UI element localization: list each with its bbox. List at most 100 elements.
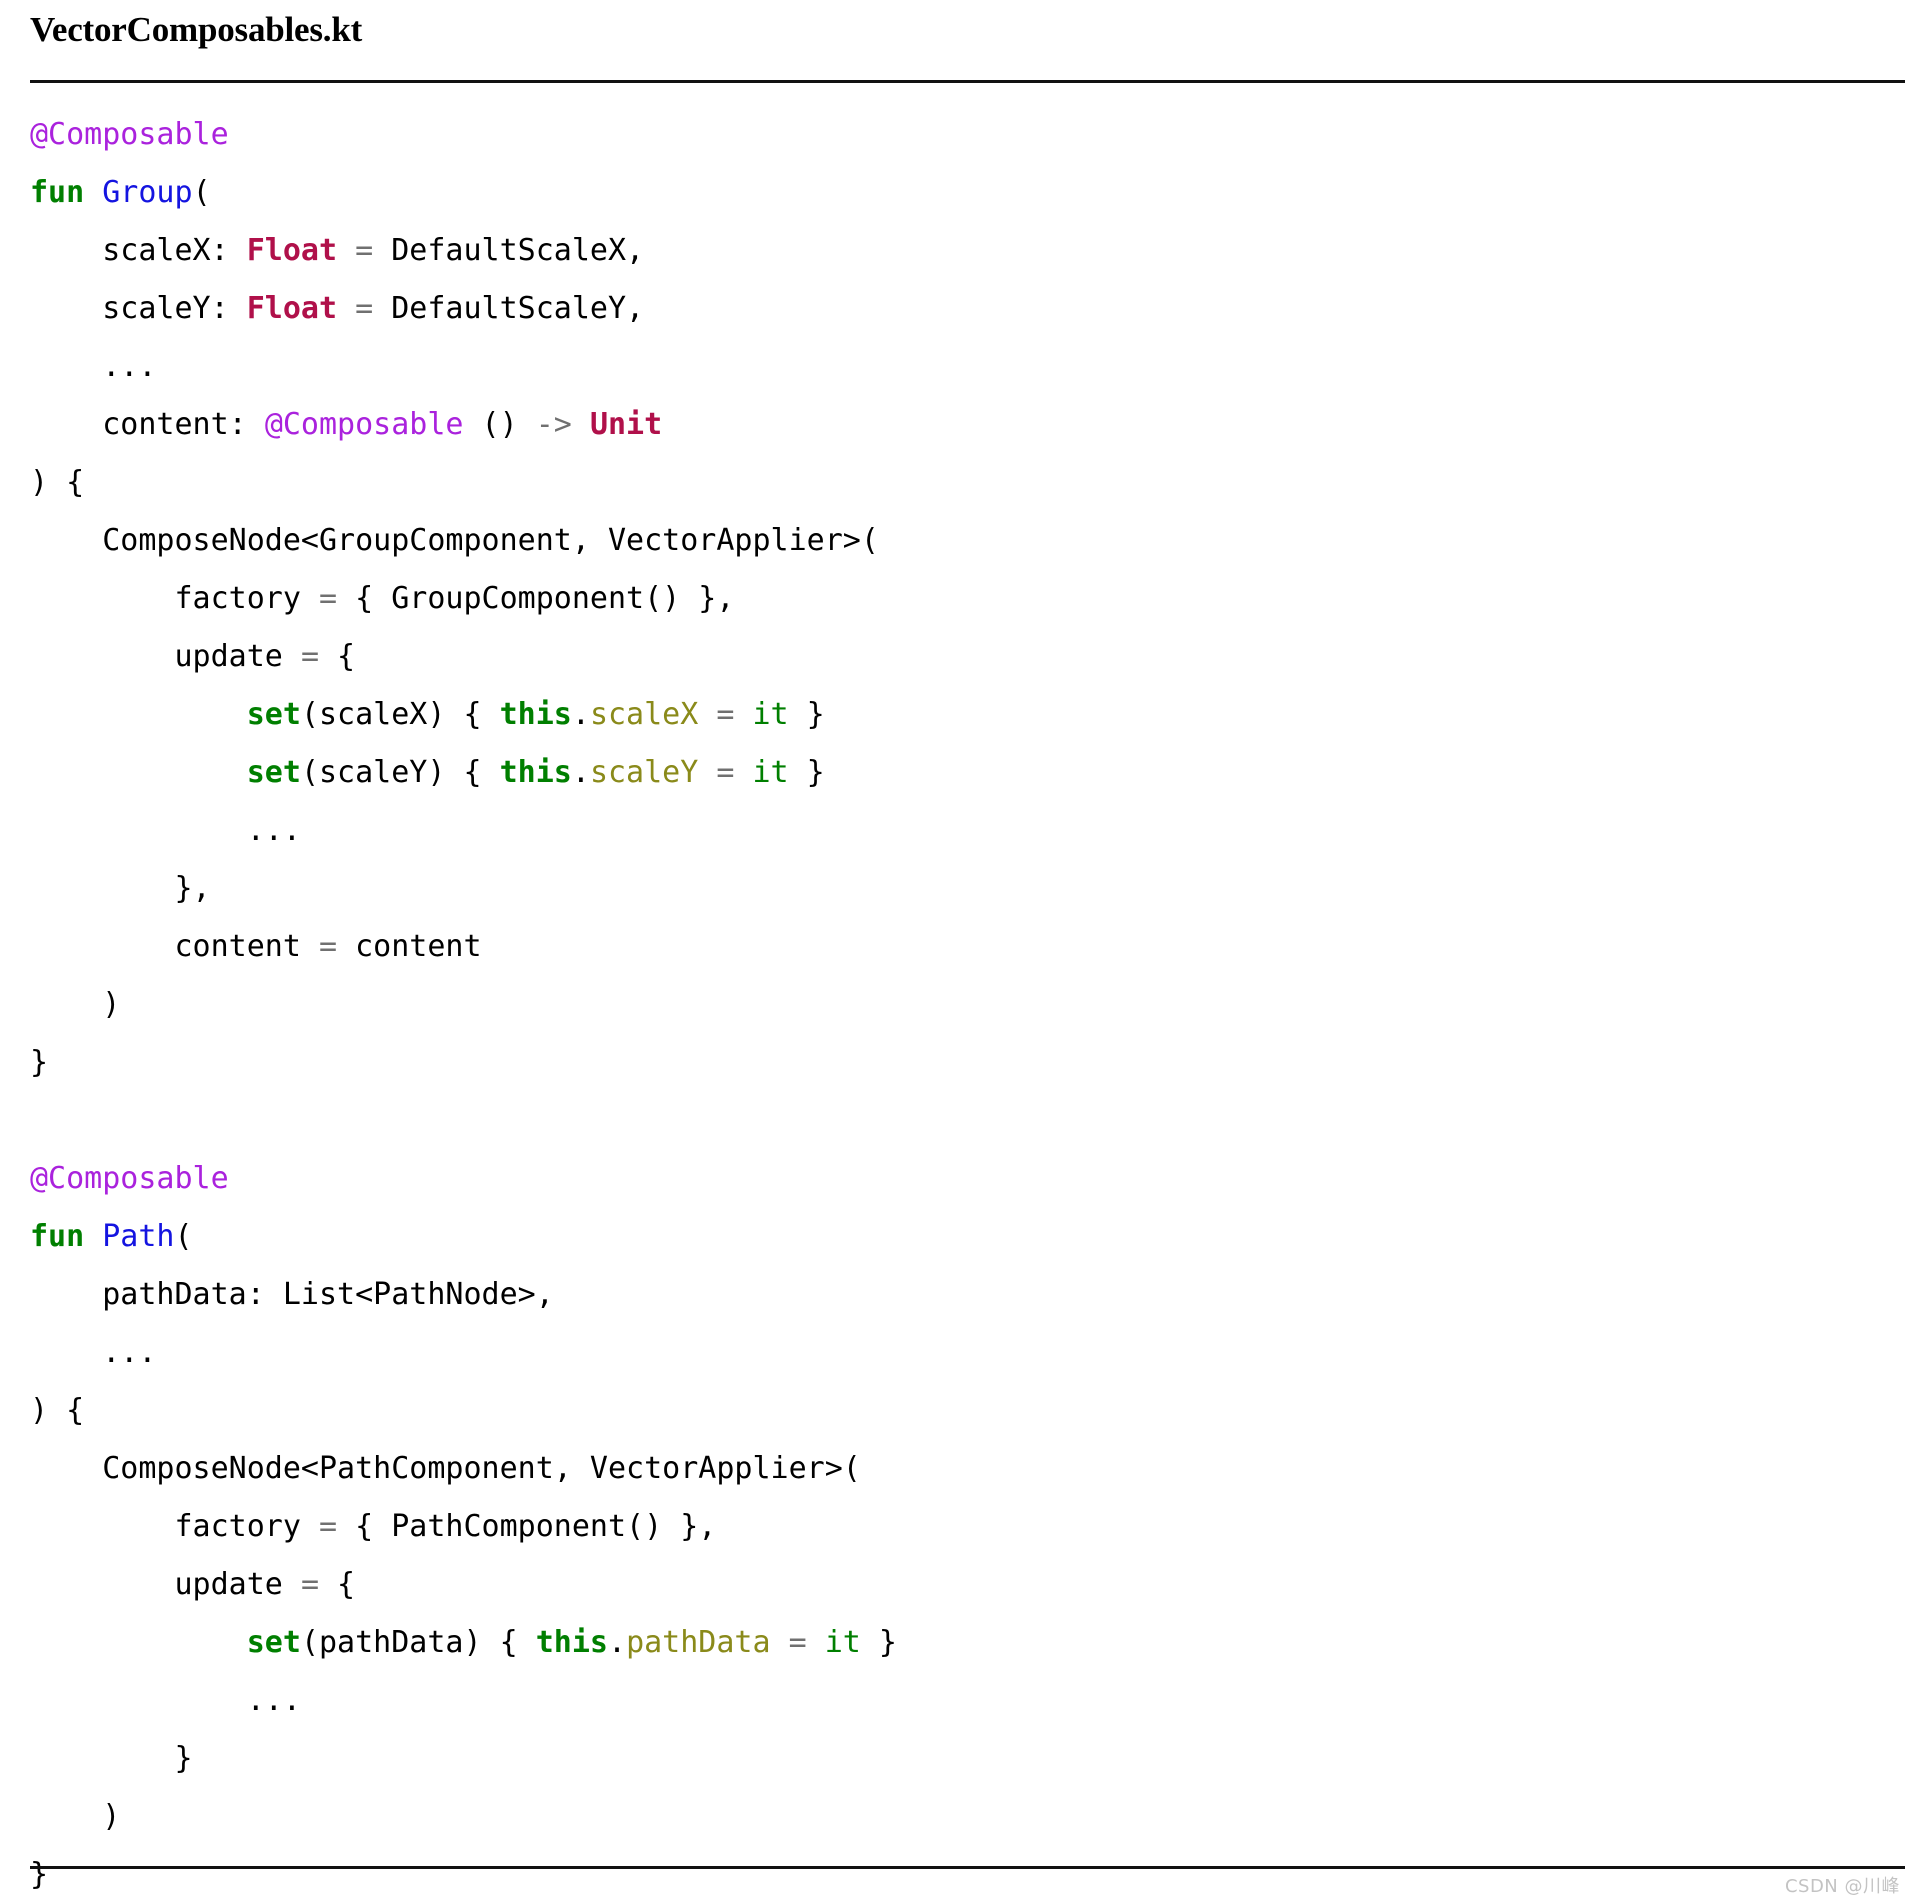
code-token-plain: ... bbox=[247, 1683, 301, 1718]
code-indent bbox=[30, 1277, 102, 1312]
code-token-plain: content bbox=[337, 929, 482, 964]
code-token-prop: scaleX bbox=[590, 697, 698, 732]
code-line: scaleY: Float = DefaultScaleY, bbox=[30, 280, 1910, 338]
code-token-plain: content bbox=[175, 929, 320, 964]
code-token-op: = bbox=[301, 1567, 319, 1602]
code-line: ComposeNode<GroupComponent, VectorApplie… bbox=[30, 512, 1910, 570]
code-indent bbox=[30, 871, 175, 906]
code-line: factory = { GroupComponent() }, bbox=[30, 570, 1910, 628]
code-token-plain: } bbox=[789, 697, 825, 732]
csdn-watermark: CSDN @川峰 bbox=[1785, 1872, 1900, 1898]
code-token-fnname: Group bbox=[102, 175, 192, 210]
code-indent bbox=[30, 1567, 175, 1602]
code-listing: @Composablefun Group( scaleX: Float = De… bbox=[30, 106, 1910, 1904]
code-snippet-page: VectorComposables.kt @Composable fun Grou… bbox=[0, 0, 1916, 1902]
title-divider-top bbox=[30, 80, 1905, 83]
code-indent bbox=[30, 581, 175, 616]
code-indent bbox=[30, 813, 247, 848]
code-indent bbox=[30, 987, 102, 1022]
code-token-plain bbox=[698, 697, 716, 732]
code-token-plain: ( bbox=[193, 175, 211, 210]
code-token-plain: . bbox=[608, 1625, 626, 1660]
code-line: content: @Composable () -> Unit bbox=[30, 396, 1910, 454]
code-token-keyword: fun bbox=[30, 1219, 84, 1254]
code-token-op: = bbox=[319, 929, 337, 964]
code-token-plain: scaleX: bbox=[102, 233, 247, 268]
code-token-plain: DefaultScaleX, bbox=[373, 233, 644, 268]
code-token-keyword: fun bbox=[30, 175, 84, 210]
code-line: set(pathData) { this.pathData = it } bbox=[30, 1614, 1910, 1672]
code-token-fnname: Path bbox=[102, 1219, 174, 1254]
code-line: ) { bbox=[30, 454, 1910, 512]
code-line: } bbox=[30, 1846, 1910, 1904]
code-token-it: it bbox=[753, 755, 789, 790]
code-token-keyword: this bbox=[536, 1625, 608, 1660]
code-line: } bbox=[30, 1730, 1910, 1788]
code-line: set(scaleX) { this.scaleX = it } bbox=[30, 686, 1910, 744]
code-line: } bbox=[30, 1034, 1910, 1092]
code-token-plain: { GroupComponent() }, bbox=[337, 581, 734, 616]
code-token-plain: (pathData) { bbox=[301, 1625, 536, 1660]
code-token-keyword: set bbox=[247, 755, 301, 790]
code-line: ... bbox=[30, 338, 1910, 396]
code-line: factory = { PathComponent() }, bbox=[30, 1498, 1910, 1556]
code-indent bbox=[30, 639, 175, 674]
code-token-plain: factory bbox=[175, 581, 320, 616]
code-token-op: = bbox=[301, 639, 319, 674]
code-line: ... bbox=[30, 1672, 1910, 1730]
code-token-plain: ) { bbox=[30, 465, 84, 500]
code-indent bbox=[30, 1335, 102, 1370]
code-line: update = { bbox=[30, 628, 1910, 686]
page-title: VectorComposables.kt bbox=[30, 8, 362, 52]
code-line: ... bbox=[30, 1324, 1910, 1382]
code-token-plain: . bbox=[572, 697, 590, 732]
code-indent bbox=[30, 523, 102, 558]
code-indent bbox=[30, 1625, 247, 1660]
code-token-plain: }, bbox=[175, 871, 211, 906]
code-indent bbox=[30, 697, 247, 732]
code-token-annotation: @Composable bbox=[30, 117, 229, 152]
code-token-plain bbox=[807, 1625, 825, 1660]
code-indent bbox=[30, 1683, 247, 1718]
code-token-plain: content: bbox=[102, 407, 265, 442]
code-token-type: Float bbox=[247, 291, 337, 326]
code-token-plain: pathData: List<PathNode>, bbox=[102, 1277, 554, 1312]
code-token-plain: } bbox=[30, 1045, 48, 1080]
code-token-plain: { bbox=[319, 639, 355, 674]
code-line: @Composable bbox=[30, 1150, 1910, 1208]
code-token-it: it bbox=[753, 697, 789, 732]
code-indent bbox=[30, 1451, 102, 1486]
code-token-plain: ... bbox=[102, 1335, 156, 1370]
code-indent bbox=[30, 233, 102, 268]
code-indent bbox=[30, 349, 102, 384]
code-token-plain: } bbox=[30, 1857, 48, 1892]
code-token-plain: ( bbox=[175, 1219, 193, 1254]
code-token-plain: . bbox=[572, 755, 590, 790]
code-token-op: = bbox=[355, 291, 373, 326]
code-token-op: -> bbox=[536, 407, 572, 442]
code-line: ) bbox=[30, 1788, 1910, 1846]
code-token-plain: ) { bbox=[30, 1393, 84, 1428]
code-token-op: = bbox=[716, 697, 734, 732]
code-token-op: = bbox=[319, 581, 337, 616]
code-line: @Composable bbox=[30, 106, 1910, 164]
code-token-plain bbox=[337, 233, 355, 268]
code-line: ... bbox=[30, 802, 1910, 860]
code-token-keyword: this bbox=[500, 755, 572, 790]
code-token-plain bbox=[337, 291, 355, 326]
code-indent bbox=[30, 1741, 175, 1776]
code-indent bbox=[30, 929, 175, 964]
code-token-plain: DefaultScaleY, bbox=[373, 291, 644, 326]
code-token-plain: update bbox=[175, 1567, 301, 1602]
code-indent bbox=[30, 1509, 175, 1544]
code-token-plain bbox=[572, 407, 590, 442]
code-token-op: = bbox=[716, 755, 734, 790]
code-token-plain: ComposeNode<PathComponent, VectorApplier… bbox=[102, 1451, 861, 1486]
code-token-prop: pathData bbox=[626, 1625, 771, 1660]
code-token-type: Float bbox=[247, 233, 337, 268]
code-token-plain bbox=[698, 755, 716, 790]
code-token-op: = bbox=[319, 1509, 337, 1544]
code-token-plain: (scaleX) { bbox=[301, 697, 500, 732]
code-token-plain: { PathComponent() }, bbox=[337, 1509, 716, 1544]
code-token-keyword: this bbox=[500, 697, 572, 732]
